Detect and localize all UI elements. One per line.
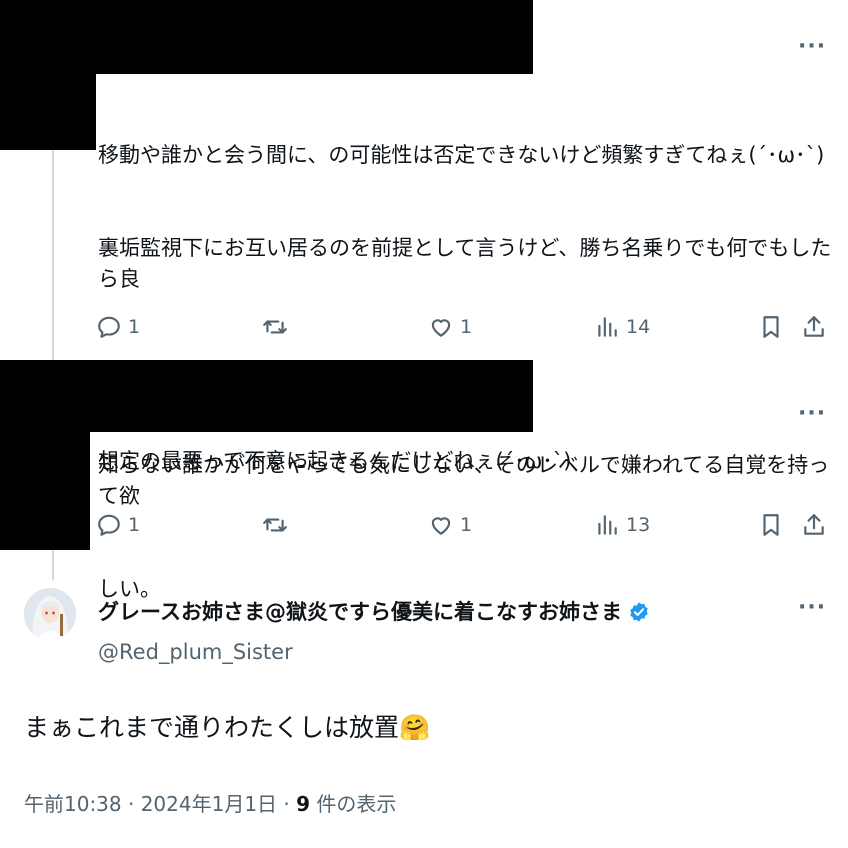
views-button[interactable]: 13 [594, 507, 650, 543]
reply-icon [98, 514, 120, 536]
view-count: 14 [626, 316, 651, 338]
reply-button[interactable]: 1 [96, 507, 140, 543]
reply-count: 1 [128, 316, 141, 338]
hugging-face-emoji: 🤗 [399, 713, 431, 742]
view-count: 13 [626, 514, 651, 536]
redacted-avatar-and-name [0, 0, 533, 74]
like-count: 1 [460, 514, 473, 536]
like-count: 1 [460, 316, 473, 338]
redacted-avatar [0, 432, 90, 550]
thread-connector-line [52, 150, 54, 360]
tweet-text: 想定の最悪って不意に起きるんだけどねぇ(´･ω･`) [98, 449, 572, 473]
view-count: 9 [296, 792, 311, 816]
retweet-button[interactable] [262, 507, 288, 543]
action-bar: 1 1 13 [96, 507, 830, 543]
action-bar: 1 1 14 [96, 309, 830, 345]
retweet-icon [263, 518, 287, 532]
retweet-button[interactable] [262, 309, 288, 345]
views-icon [598, 515, 617, 535]
tweet-timestamp[interactable]: 午前10:38 · 2024年1月1日 · [24, 792, 296, 816]
tweet-text-body: まぁこれまで通りわたくしは放置 [24, 713, 400, 742]
bookmark-button[interactable] [758, 507, 784, 543]
redacted-avatar [0, 74, 96, 150]
reply-button[interactable]: 1 [96, 309, 140, 345]
retweet-icon [263, 320, 287, 334]
share-icon [804, 316, 824, 337]
share-icon [804, 514, 824, 535]
more-options-button[interactable]: ··· [798, 597, 826, 619]
tweet-text-line: 移動や誰かと会う間に、の可能性は否定できないけど頻繁すぎてねぇ(´･ω･`) [98, 143, 825, 167]
reply-icon [98, 316, 120, 338]
reply-count: 1 [128, 514, 141, 536]
views-button[interactable]: 14 [594, 309, 650, 345]
verified-icon [628, 601, 650, 628]
like-button[interactable]: 1 [428, 507, 472, 543]
like-icon [431, 319, 451, 337]
share-button[interactable] [801, 507, 827, 543]
more-options-button[interactable]: ··· [798, 36, 826, 58]
author-handle[interactable]: @Red_plum_Sister [98, 640, 293, 664]
bookmark-icon [763, 514, 779, 536]
like-icon [431, 517, 451, 535]
display-name[interactable]: グレースお姉さま@獄炎ですら優美に着こなすお姉さま [98, 600, 622, 624]
more-options-button[interactable]: ··· [798, 403, 826, 425]
share-button[interactable] [801, 309, 827, 345]
author-name[interactable]: グレースお姉さま@獄炎ですら優美に着こなすお姉さま [98, 596, 650, 628]
bookmark-button[interactable] [758, 309, 784, 345]
avatar-illustration [24, 588, 76, 640]
redacted-avatar-and-name [0, 360, 533, 432]
avatar[interactable] [24, 588, 76, 640]
like-button[interactable]: 1 [428, 309, 472, 345]
bookmark-icon [763, 316, 779, 338]
views-icon [598, 317, 617, 337]
tweet-text-line: 裏垢監視下にお互い居るのを前提として言うけど、勝ち名乗りでも何でもしたら良 [98, 236, 832, 291]
tweet-text: まぁこれまで通りわたくしは放置🤗 [24, 708, 430, 744]
tweet-timestamp-and-views: 午前10:38 · 2024年1月1日 · 9 件の表示 [24, 788, 396, 817]
views-label: 件の表示 [310, 792, 397, 816]
